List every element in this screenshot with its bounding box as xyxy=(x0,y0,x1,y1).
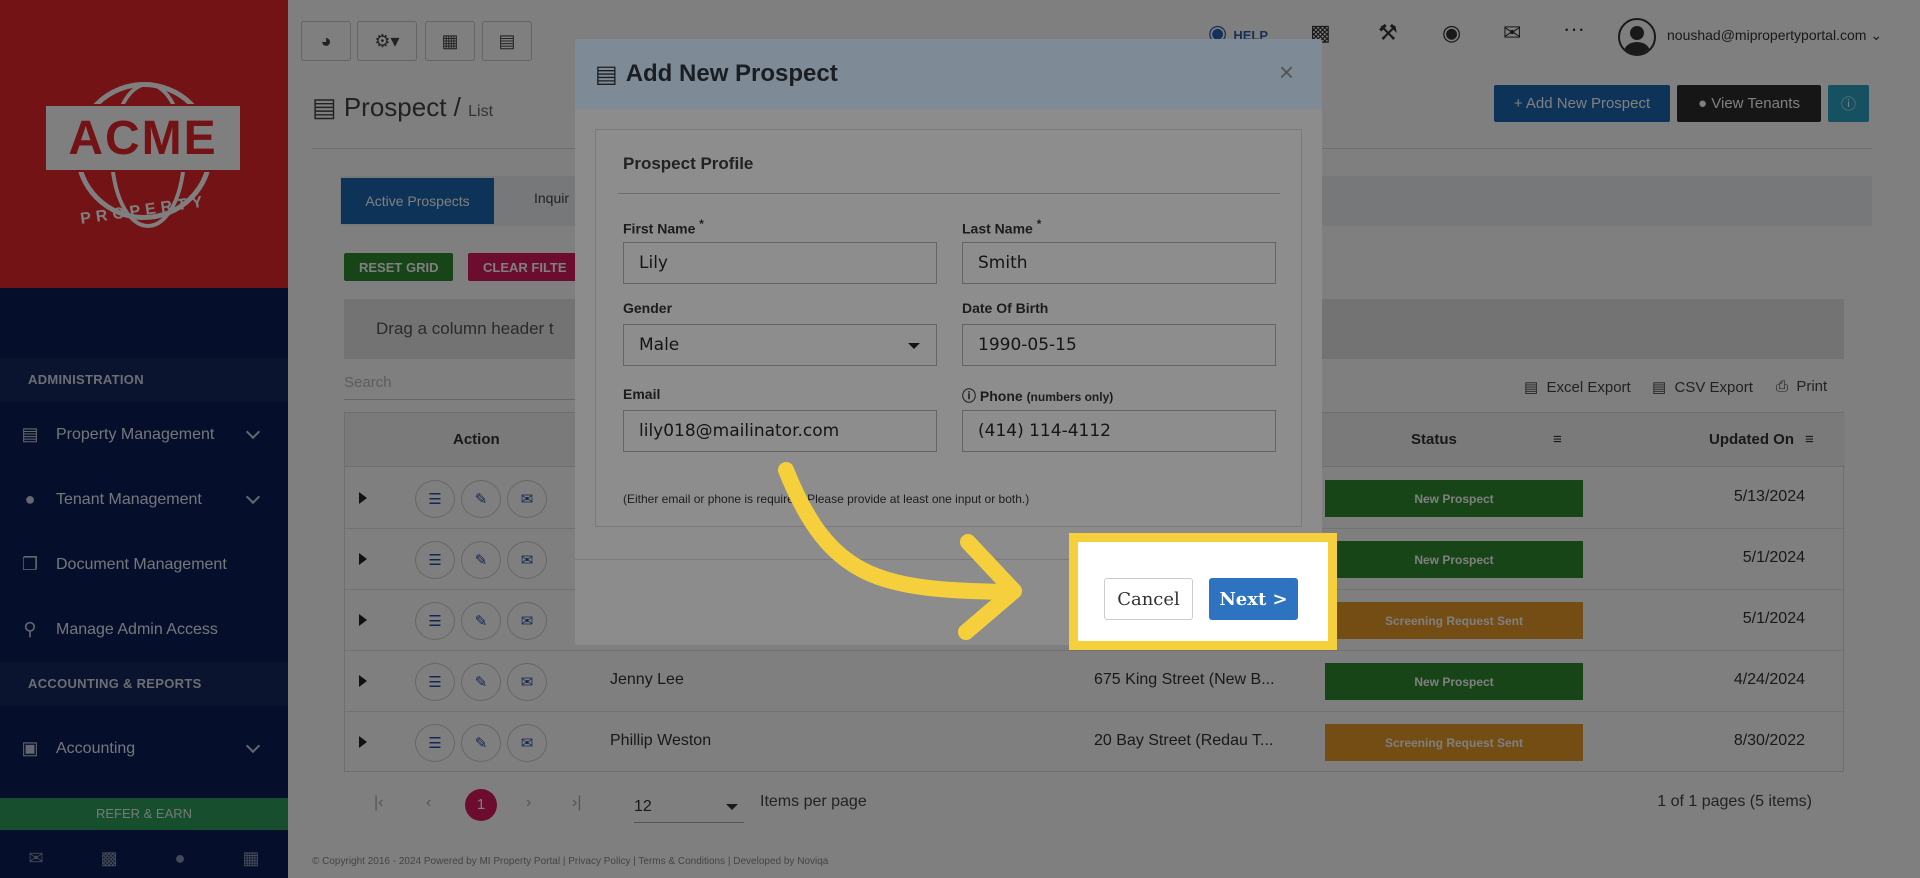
close-icon[interactable]: × xyxy=(1279,57,1294,88)
info-icon[interactable]: ⓘ xyxy=(962,388,976,404)
last-name-field[interactable]: Smith xyxy=(962,242,1276,284)
next-button[interactable]: Next > xyxy=(1209,578,1298,620)
card-divider xyxy=(618,193,1280,194)
phone-label: ⓘ Phone (numbers only) xyxy=(962,386,1113,406)
dropdown-caret-icon xyxy=(908,343,920,349)
prospect-profile-card: Prospect Profile First Name * Lily Last … xyxy=(595,129,1302,527)
email-label: Email xyxy=(623,386,661,402)
required-mark: * xyxy=(1036,218,1042,231)
date-of-birth-field[interactable]: 1990-05-15 xyxy=(962,324,1276,366)
phone-field[interactable]: (414) 114-4112 xyxy=(962,410,1276,452)
gender-value: Male xyxy=(639,335,680,355)
gender-label: Gender xyxy=(623,300,673,316)
gender-select[interactable]: Male xyxy=(623,324,937,366)
card-title: Prospect Profile xyxy=(623,154,754,173)
id-card-icon: ▤ xyxy=(595,60,618,88)
contact-requirement-note: (Either email or phone is required. Plea… xyxy=(623,492,1030,506)
last-name-label-text: Last Name xyxy=(962,220,1033,237)
modal-header: ▤ Add New Prospect × xyxy=(575,39,1322,109)
phone-label-text: Phone xyxy=(979,388,1023,404)
email-field[interactable]: lily018@mailinator.com xyxy=(623,410,937,452)
cancel-button[interactable]: Cancel xyxy=(1104,578,1193,620)
last-name-label: Last Name * xyxy=(962,218,1041,237)
first-name-label: First Name * xyxy=(623,218,704,237)
modal-title: Add New Prospect xyxy=(625,60,838,87)
dob-label: Date Of Birth xyxy=(962,300,1049,316)
phone-hint: (numbers only) xyxy=(1026,390,1114,404)
required-mark: * xyxy=(699,218,704,231)
first-name-field[interactable]: Lily xyxy=(623,242,937,284)
first-name-label-text: First Name xyxy=(623,220,696,237)
